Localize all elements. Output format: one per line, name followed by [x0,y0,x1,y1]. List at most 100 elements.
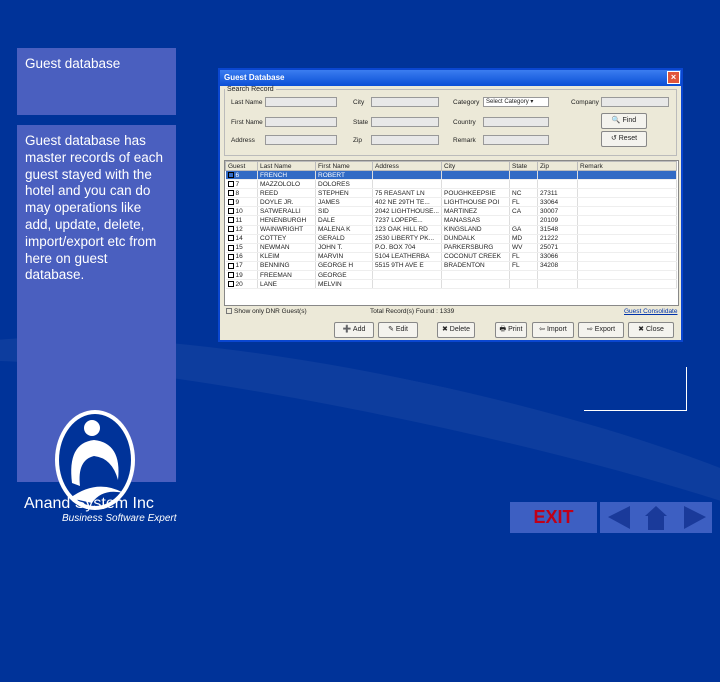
city-input[interactable] [371,97,439,107]
cell-text: 19 [236,272,243,279]
address-input[interactable] [265,135,337,145]
cell-text: 402 NE 29TH TE... [375,199,430,206]
cell-text: MARVIN [318,253,343,260]
remark-input[interactable] [483,135,549,145]
dnr-checkbox[interactable]: Show only DNR Guest(s) [226,308,307,315]
cell-text: GEORGE H [318,262,353,269]
table-cell [578,207,677,216]
state-input[interactable] [371,117,439,127]
table-cell: FREEMAN [258,271,316,280]
country-input[interactable] [483,117,549,127]
slide-title: Guest database [25,56,120,71]
add-button[interactable]: ➕ Add [334,322,374,338]
cell-text: 75 REASANT LN [375,190,425,197]
close-icon[interactable]: × [667,71,680,84]
row-checkbox[interactable] [228,254,234,260]
column-header[interactable]: First Name [316,162,373,171]
table-row[interactable]: 19FREEMANGEORGE [226,271,677,280]
category-select[interactable]: Select Category ▾ [483,97,549,107]
table-row[interactable]: 11HENENBURGHDALE7237 LOPEPE...MANASSAS20… [226,216,677,225]
print-icon: 🖶 [500,326,509,333]
table-row[interactable]: 10SATWERALLISID2042 LIGHTHOUSE...MARTINE… [226,207,677,216]
table-cell: KLEIM [258,252,316,261]
table-cell: MARTINEZ [442,207,510,216]
row-checkbox[interactable] [228,181,234,187]
table-cell: FL [510,261,538,270]
table-cell: MELVIN [316,280,373,289]
next-icon[interactable] [684,506,706,529]
row-checkbox[interactable] [228,245,234,251]
table-cell: BRADENTON [442,261,510,270]
table-row[interactable]: 20LANEMELVIN [226,280,677,289]
company-name: Anand System Inc [24,495,154,513]
row-checkbox[interactable] [228,208,234,214]
cell-text: NC [512,190,521,197]
table-row[interactable]: 9DOYLE JR.JAMES402 NE 29TH TE...LIGHTHOU… [226,198,677,207]
last-name-input[interactable] [265,97,337,107]
table-cell: PARKERSBURG [442,243,510,252]
table-cell: 27311 [538,189,578,198]
cell-text: MARTINEZ [444,208,477,215]
row-checkbox[interactable] [228,199,234,205]
close-button[interactable]: ✖ Close [628,322,674,338]
row-checkbox[interactable] [228,281,234,287]
table-row[interactable]: 6FRENCHROBERT [226,171,677,180]
cell-text: 31548 [540,226,558,233]
column-header[interactable]: State [510,162,538,171]
exit-button[interactable]: EXIT [510,502,597,533]
cell-text: MAZZOLOLO [260,181,300,188]
delete-button[interactable]: ✖ Delete [437,322,475,338]
table-row[interactable]: 17BENNINGGEORGE H5515 9TH AVE EBRADENTON… [226,261,677,270]
row-checkbox[interactable] [228,190,234,196]
row-checkbox[interactable] [228,226,234,232]
row-checkbox[interactable] [228,272,234,278]
print-button[interactable]: 🖶 Print [495,322,527,338]
cell-text: 33064 [540,199,558,206]
table-row[interactable]: 7MAZZOLOLODOLORES [226,180,677,189]
row-checkbox[interactable] [228,235,234,241]
table-cell: 402 NE 29TH TE... [373,198,442,207]
guest-consolidate-link[interactable]: Guest Consolidate [624,308,677,315]
company-input[interactable] [601,97,669,107]
find-button[interactable]: 🔍 Find [601,113,647,129]
cell-text: KLEIM [260,253,280,260]
column-header[interactable]: Address [373,162,442,171]
table-row[interactable]: 14COTTEYGERALD2530 LIBERTY PK...DUNDALKM… [226,234,677,243]
reset-button[interactable]: ↺ Reset [601,131,647,147]
cell-text: 10 [236,208,243,215]
total-records: Total Record(s) Found : 1339 [370,308,454,315]
table-cell [578,171,677,180]
category-value: Select Category [486,99,529,105]
import-button[interactable]: ⇦ Import [532,322,574,338]
column-header[interactable]: Guest [226,162,258,171]
table-row[interactable]: 15NEWMANJOHN T.P.O. BOX 704PARKERSBURGWV… [226,243,677,252]
cell-text: 7237 LOPEPE... [375,217,423,224]
table-cell: 9 [226,198,258,207]
zip-input[interactable] [371,135,439,145]
table-cell [578,180,677,189]
table-row[interactable]: 12WAINWRIGHTMALENA K123 OAK HILL RDKINGS… [226,225,677,234]
edit-button[interactable]: ✎ Edit [378,322,418,338]
table-cell: 8 [226,189,258,198]
column-header[interactable]: Remark [578,162,677,171]
row-checkbox[interactable] [228,217,234,223]
row-checkbox[interactable] [228,263,234,269]
row-checkbox[interactable] [228,172,234,178]
export-button[interactable]: ⇨ Export [578,322,624,338]
table-cell: DUNDALK [442,234,510,243]
prev-icon[interactable] [608,506,630,529]
delete-icon: ✖ [442,326,450,333]
home-icon[interactable] [645,506,667,530]
table-row[interactable]: 16KLEIMMARVIN5104 LEATHERBACOCONUT CREEK… [226,252,677,261]
cell-text: 34208 [540,262,558,269]
table-cell [442,271,510,280]
column-header[interactable]: Zip [538,162,578,171]
table-cell [442,180,510,189]
column-header[interactable]: Last Name [258,162,316,171]
column-header[interactable]: City [442,162,510,171]
table-cell: 33066 [538,252,578,261]
first-name-input[interactable] [265,117,337,127]
group-label: Search Record [225,86,276,93]
table-cell: FL [510,252,538,261]
table-row[interactable]: 8REEDSTEPHEN75 REASANT LNPOUGHKEEPSIENC2… [226,189,677,198]
